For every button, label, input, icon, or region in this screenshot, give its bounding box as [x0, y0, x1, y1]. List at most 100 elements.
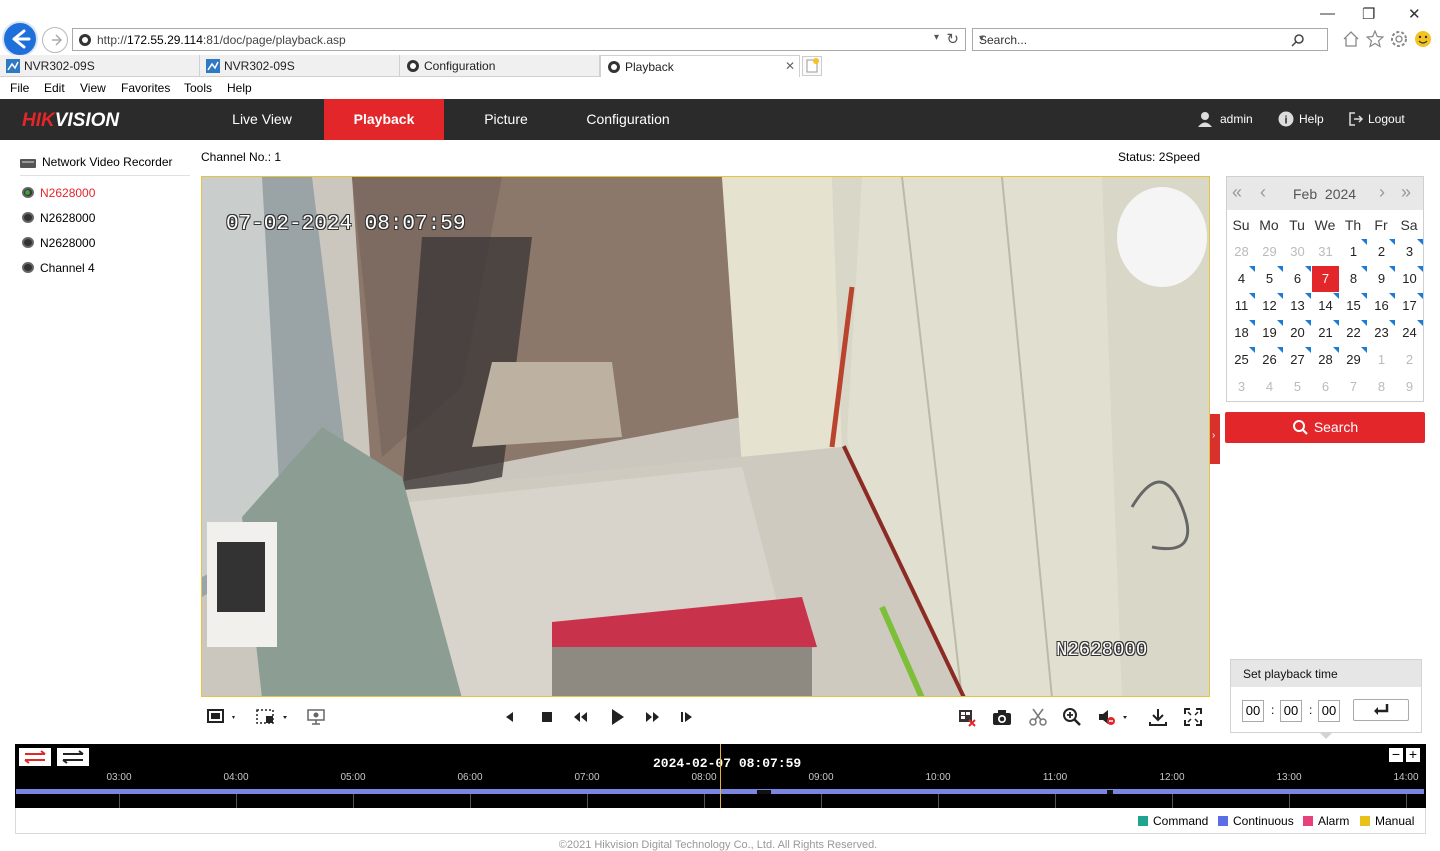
stop-icon[interactable] — [539, 709, 555, 725]
home-icon[interactable] — [1342, 30, 1360, 48]
calendar-day[interactable]: 13 — [1284, 293, 1311, 319]
window-layout-icon[interactable] — [207, 708, 237, 726]
nav-configuration[interactable]: Configuration — [568, 99, 688, 140]
calendar-day[interactable]: 9 — [1396, 374, 1423, 400]
nav-playback[interactable]: Playback — [324, 99, 444, 140]
calendar-day[interactable]: 4 — [1228, 266, 1255, 292]
menu-tools[interactable]: Tools — [184, 81, 212, 95]
digital-zoom-icon[interactable] — [1062, 707, 1082, 727]
channel-item-4[interactable]: Channel 4 — [22, 261, 95, 275]
calendar-day[interactable]: 28 — [1312, 347, 1339, 373]
calendar-day[interactable]: 6 — [1312, 374, 1339, 400]
calendar-day[interactable]: 3 — [1396, 239, 1423, 265]
browser-tab-active[interactable]: Playback ✕ — [600, 55, 800, 77]
channel-item-3[interactable]: N2628000 — [22, 236, 95, 250]
calendar-day[interactable]: 16 — [1368, 293, 1395, 319]
calendar-day[interactable]: 25 — [1228, 347, 1255, 373]
browser-tab[interactable]: Configuration — [400, 55, 600, 77]
calendar-day[interactable]: 31 — [1312, 239, 1339, 265]
hour-input[interactable]: 00 — [1242, 700, 1264, 722]
goto-time-button[interactable] — [1353, 699, 1409, 721]
browser-search-box[interactable]: Search... ▾ — [972, 28, 1328, 51]
browser-tab[interactable]: NVR302-09S — [0, 55, 200, 77]
nav-live-view[interactable]: Live View — [200, 99, 324, 140]
calendar-day[interactable]: 21 — [1312, 320, 1339, 346]
fast-forward-icon[interactable] — [643, 709, 661, 725]
side-panel-toggle[interactable]: › — [1210, 414, 1220, 464]
calendar-day[interactable]: 28 — [1228, 239, 1255, 265]
prev-year-icon[interactable]: « — [1232, 182, 1242, 203]
menu-file[interactable]: File — [10, 81, 29, 95]
timeline-sync-button[interactable] — [19, 748, 51, 766]
calendar-day[interactable]: 14 — [1312, 293, 1339, 319]
clip-icon[interactable] — [1028, 707, 1048, 727]
calendar-day[interactable]: 4 — [1256, 374, 1283, 400]
second-input[interactable]: 00 — [1318, 700, 1340, 722]
calendar-day[interactable]: 11 — [1228, 293, 1255, 319]
calendar-day-selected[interactable]: 7 — [1312, 266, 1339, 292]
search-dropdown-icon[interactable]: ▾ — [979, 33, 1321, 44]
stop-all-icon[interactable] — [957, 708, 977, 728]
calendar-day[interactable]: 5 — [1256, 266, 1283, 292]
channel-item-2[interactable]: N2628000 — [22, 211, 95, 225]
calendar-day[interactable]: 29 — [1256, 239, 1283, 265]
back-button[interactable] — [2, 21, 38, 57]
video-window[interactable]: 07-02-2024 08:07:59 N2628000 — [201, 176, 1210, 697]
calendar-day[interactable]: 1 — [1340, 239, 1367, 265]
calendar-day[interactable]: 18 — [1228, 320, 1255, 346]
help-link[interactable]: Help — [1299, 112, 1324, 126]
timeline-mode-button[interactable] — [57, 748, 89, 766]
calendar-day[interactable]: 23 — [1368, 320, 1395, 346]
menu-view[interactable]: View — [80, 81, 106, 95]
menu-edit[interactable]: Edit — [44, 81, 65, 95]
calendar-day[interactable]: 2 — [1368, 239, 1395, 265]
search-button[interactable]: Search — [1225, 412, 1425, 443]
calendar-day[interactable]: 24 — [1396, 320, 1423, 346]
capture-icon[interactable] — [992, 709, 1012, 727]
fisheye-icon[interactable] — [306, 708, 326, 726]
prev-month-icon[interactable]: ‹ — [1260, 182, 1266, 203]
minute-input[interactable]: 00 — [1280, 700, 1302, 722]
calendar-day[interactable]: 30 — [1284, 239, 1311, 265]
zoom-in-button[interactable]: + — [1406, 747, 1420, 762]
nav-picture[interactable]: Picture — [444, 99, 568, 140]
calendar-day[interactable]: 5 — [1284, 374, 1311, 400]
close-tab-icon[interactable]: ✕ — [785, 59, 795, 73]
logout-link[interactable]: Logout — [1368, 112, 1405, 126]
calendar-day[interactable]: 15 — [1340, 293, 1367, 319]
dropdown-arrow-icon[interactable]: ▾ — [934, 32, 939, 43]
menu-favorites[interactable]: Favorites — [121, 81, 170, 95]
calendar-day[interactable]: 29 — [1340, 347, 1367, 373]
star-icon[interactable] — [1366, 30, 1384, 48]
calendar-day[interactable]: 7 — [1340, 374, 1367, 400]
calendar-day[interactable]: 19 — [1256, 320, 1283, 346]
calendar-day[interactable]: 22 — [1340, 320, 1367, 346]
new-tab-button[interactable] — [802, 56, 822, 76]
refresh-icon[interactable]: ↻ — [946, 30, 959, 48]
calendar-day[interactable]: 8 — [1340, 266, 1367, 292]
browser-tab[interactable]: NVR302-09S — [200, 55, 400, 77]
calendar-day[interactable]: 20 — [1284, 320, 1311, 346]
next-month-icon[interactable]: › — [1379, 182, 1385, 203]
calendar-day[interactable]: 9 — [1368, 266, 1395, 292]
calendar-day[interactable]: 1 — [1368, 347, 1395, 373]
calendar-day[interactable]: 2 — [1396, 347, 1423, 373]
close-window-button[interactable]: ✕ — [1408, 5, 1421, 23]
smiley-icon[interactable] — [1414, 30, 1432, 48]
zoom-out-button[interactable]: − — [1389, 747, 1403, 762]
gear-icon[interactable] — [1390, 30, 1408, 48]
forward-button[interactable] — [42, 27, 68, 53]
calendar-day[interactable]: 17 — [1396, 293, 1423, 319]
download-icon[interactable] — [1148, 707, 1168, 727]
channel-item-1[interactable]: N2628000 — [22, 186, 95, 200]
timeline[interactable]: 2024-02-07 08:07:59 03:00 04:00 05:00 06:00… — [15, 744, 1426, 808]
address-bar[interactable]: http://172.55.29.114:81/doc/page/playbac… — [72, 28, 966, 51]
reverse-play-icon[interactable] — [502, 709, 518, 725]
next-year-icon[interactable]: » — [1401, 182, 1411, 203]
calendar-day[interactable]: 12 — [1256, 293, 1283, 319]
slow-forward-icon[interactable] — [572, 709, 590, 725]
area-select-icon[interactable] — [256, 708, 290, 726]
minimize-button[interactable]: — — [1320, 5, 1335, 22]
calendar-day[interactable]: 3 — [1228, 374, 1255, 400]
play-icon[interactable] — [607, 707, 627, 727]
